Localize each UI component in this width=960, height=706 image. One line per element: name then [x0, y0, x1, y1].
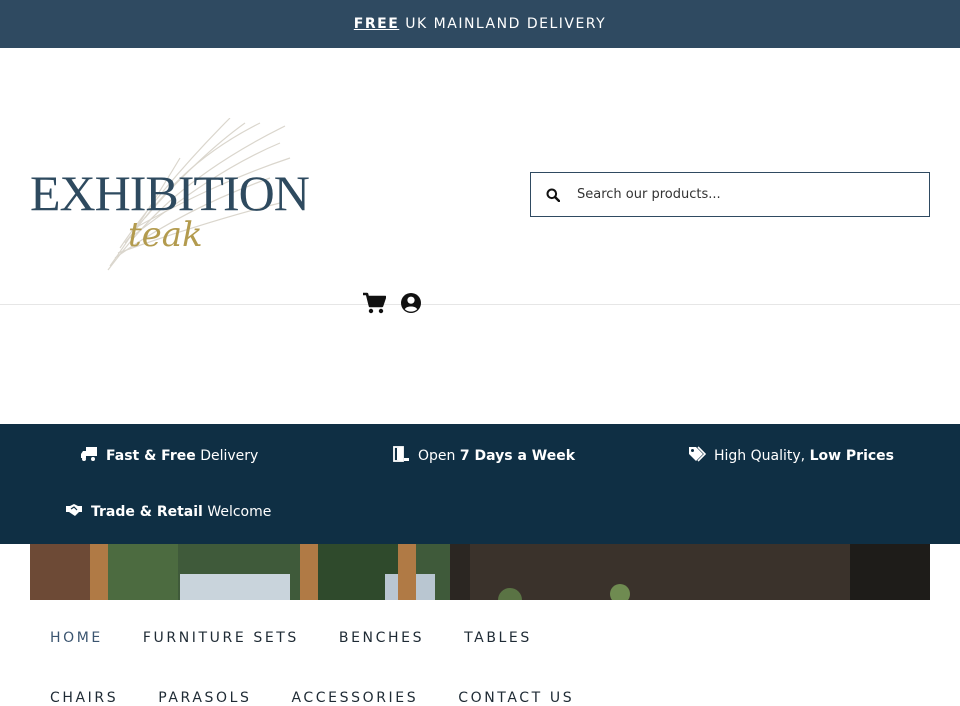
nav-accessories[interactable]: ACCESSORIES	[292, 690, 419, 706]
feature-open: Open 7 Days a Week	[392, 446, 575, 466]
feature-trade-bold: Trade & Retail	[91, 504, 203, 520]
hero-photo	[30, 544, 930, 600]
feature-open-pre: Open	[418, 448, 456, 464]
feature-open-bold: 7 Days a Week	[459, 448, 576, 464]
tags-icon	[688, 446, 707, 466]
door-open-icon	[392, 446, 410, 466]
feature-quality-pre: High Quality,	[714, 448, 806, 464]
nav-parasols[interactable]: PARASOLS	[158, 690, 251, 706]
nav-benches[interactable]: BENCHES	[339, 630, 424, 646]
nav-home[interactable]: HOME	[50, 630, 103, 646]
logo-title: EXHIBITION	[30, 165, 309, 221]
main-navigation: HOME FURNITURE SETS BENCHES TABLES CHAIR…	[0, 305, 960, 706]
search-input[interactable]	[575, 186, 909, 203]
handshake-icon	[65, 503, 83, 521]
announcement-text: UK MAINLAND DELIVERY	[405, 16, 607, 32]
nav-contact-us[interactable]: CONTACT US	[458, 690, 574, 706]
logo-subtitle: teak	[128, 215, 203, 255]
nav-chairs[interactable]: CHAIRS	[50, 690, 118, 706]
nav-tables[interactable]: TABLES	[464, 630, 532, 646]
free-delivery-link[interactable]: FREE	[354, 16, 399, 32]
feature-delivery-text: Delivery	[200, 448, 259, 464]
features-bar: Fast & Free Delivery Open 7 Days a Week …	[0, 424, 960, 544]
feature-trade-text: Welcome	[207, 504, 272, 520]
site-header: EXHIBITION teak	[0, 48, 960, 314]
search-box[interactable]	[530, 172, 930, 217]
feature-delivery: Fast & Free Delivery	[80, 446, 258, 466]
nav-furniture-sets[interactable]: FURNITURE SETS	[143, 630, 299, 646]
hero-image[interactable]	[30, 544, 930, 600]
announcement-bar: FREE UK MAINLAND DELIVERY	[0, 0, 960, 48]
site-logo[interactable]: EXHIBITION teak	[30, 117, 310, 278]
logo-image: EXHIBITION teak	[30, 117, 310, 271]
feature-quality: High Quality, Low Prices	[688, 446, 894, 466]
truck-icon	[80, 446, 98, 466]
feature-trade: Trade & Retail Welcome	[65, 503, 271, 521]
feature-delivery-bold: Fast & Free	[106, 448, 196, 464]
feature-quality-bold: Low Prices	[809, 448, 894, 464]
search-icon[interactable]	[531, 188, 575, 202]
